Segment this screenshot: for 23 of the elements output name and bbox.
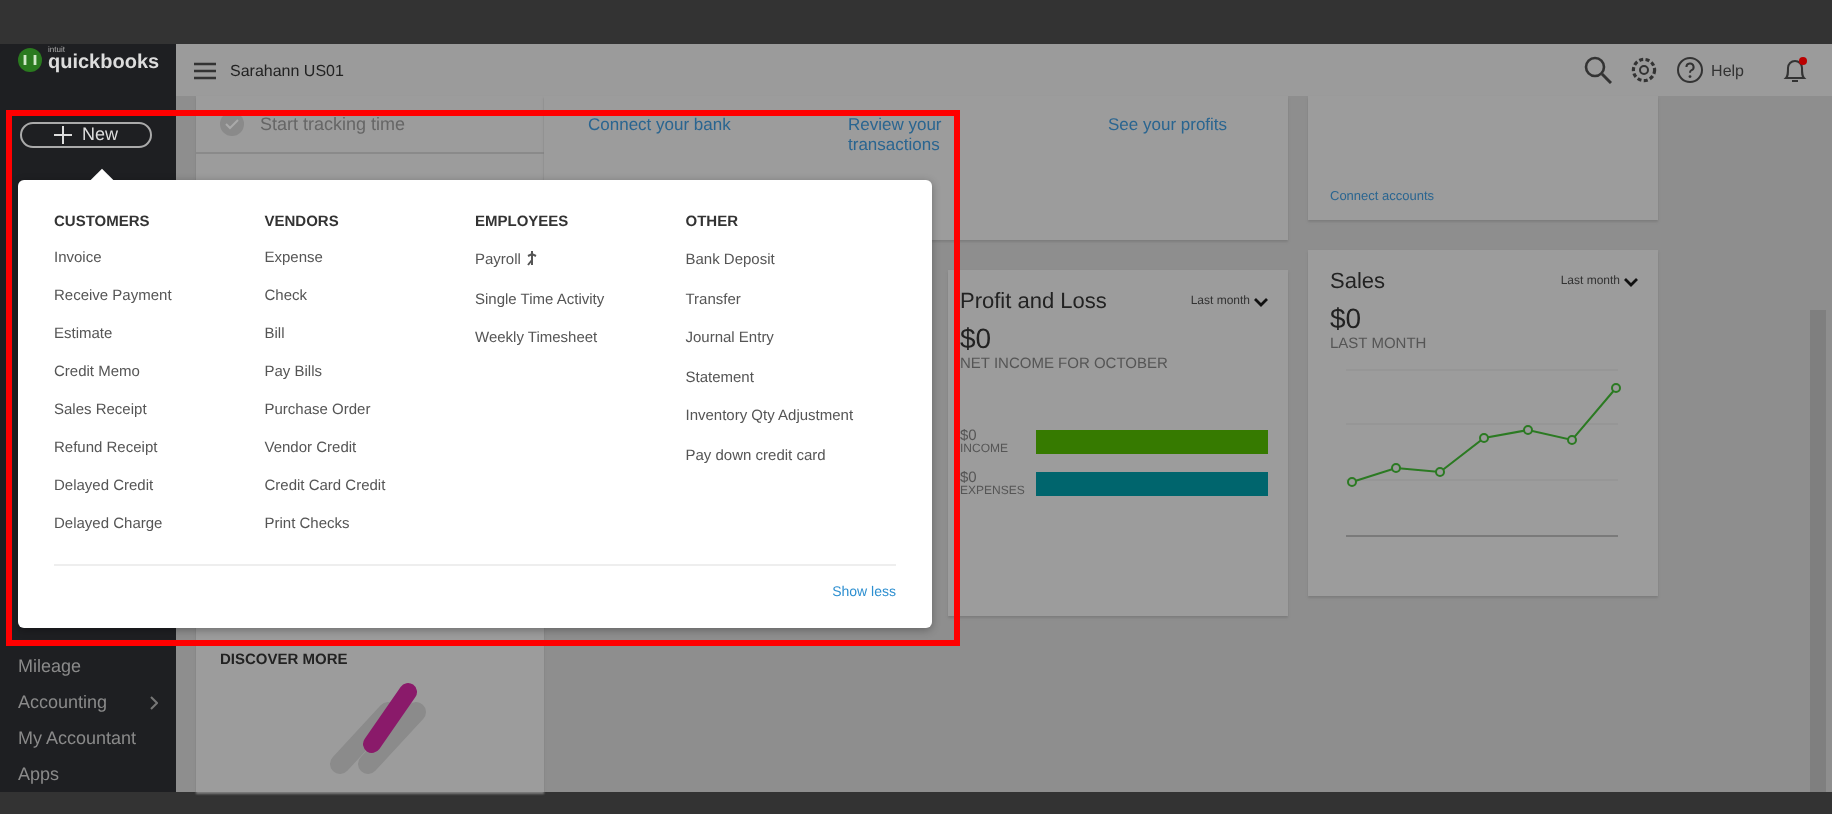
settings-icon[interactable] <box>1629 56 1658 84</box>
amount: $0 <box>960 322 994 354</box>
caret-icon <box>1624 277 1638 287</box>
help-link[interactable]: Help <box>1711 61 1744 79</box>
card-title: Profit and Loss <box>960 290 1107 314</box>
card-title: Sales <box>1330 270 1386 294</box>
search-icon[interactable] <box>1583 56 1612 84</box>
help-icon[interactable] <box>1675 56 1704 84</box>
sidebar-item[interactable]: Accounting <box>0 684 176 720</box>
company-name: Sarahann US01 <box>230 61 344 79</box>
bell-icon[interactable] <box>1782 56 1808 84</box>
sidebar-item[interactable]: Apps <box>0 756 176 792</box>
amount: $0 <box>1330 302 1364 334</box>
brand-name: quickbooks <box>48 53 160 74</box>
scrollbar[interactable] <box>1810 310 1826 792</box>
caret-icon <box>1254 297 1268 307</box>
menu-icon[interactable] <box>194 61 216 79</box>
sidebar-item[interactable]: Mileage <box>0 648 176 684</box>
plus-icon <box>53 125 72 144</box>
logo-icon <box>18 47 42 72</box>
new-button[interactable]: New <box>20 121 152 148</box>
check-circle-icon <box>220 112 244 136</box>
sidebar-item[interactable]: My Accountant <box>0 720 176 756</box>
